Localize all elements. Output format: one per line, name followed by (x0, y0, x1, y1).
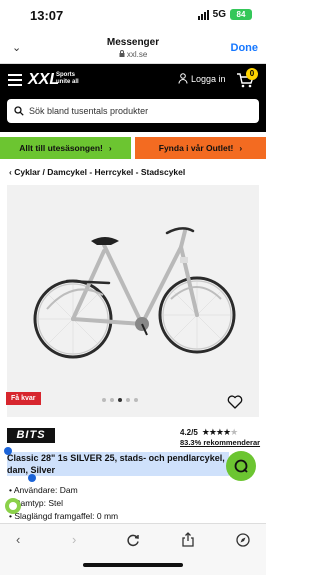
promo-outlet-label: Fynda i vår Outlet! (158, 143, 234, 153)
site-logo[interactable]: XXL (28, 71, 59, 89)
carousel-dot[interactable] (110, 398, 114, 402)
carousel-dot-active[interactable] (118, 398, 122, 402)
status-time: 13:07 (30, 8, 64, 23)
back-icon[interactable]: ‹ (16, 532, 20, 547)
forward-icon[interactable]: › (72, 532, 76, 547)
promo-outdoor-button[interactable]: Allt till utesäsongen! › (0, 137, 131, 159)
recommend-link[interactable]: 83.3% rekommenderar (180, 438, 260, 447)
lock-icon (119, 50, 125, 57)
bicycle-image (33, 227, 236, 359)
spec-item: Slaglängd framgaffel: 0 mm (9, 510, 118, 523)
accessibility-icon[interactable] (4, 497, 22, 515)
network-label: 5G (212, 9, 226, 20)
chevron-right-icon: › (239, 143, 243, 153)
spec-item: Användare: Dam (9, 484, 118, 497)
battery-level: 84 (236, 10, 246, 19)
search-icon (14, 106, 24, 116)
login-label: Logga in (191, 73, 226, 84)
status-icons: 5G 84 (197, 9, 252, 20)
promo-outdoor-label: Allt till utesäsongen! (19, 143, 103, 153)
reload-icon[interactable] (126, 533, 140, 547)
battery-icon: 84 (230, 9, 252, 20)
share-icon[interactable] (182, 532, 194, 547)
search-placeholder: Sök bland tusentals produkter (29, 106, 149, 116)
spec-item: Ramtyp: Stel (9, 497, 118, 510)
rating-value: 4.2/5 (180, 428, 198, 437)
menu-icon[interactable] (8, 74, 22, 89)
breadcrumb-text: Cyklar / Damcykel - Herrcykel - Stadscyk… (14, 167, 186, 177)
chat-icon (234, 459, 248, 473)
site-header: XXL Sports unite all Logga in 0 Sök blan… (0, 64, 266, 132)
selection-handle-start[interactable] (4, 447, 12, 455)
selection-handle-end[interactable] (28, 474, 36, 482)
star-rating-icon: ★★★★★ (201, 427, 238, 437)
breadcrumb[interactable]: ‹ Cyklar / Damcykel - Herrcykel - Stadsc… (9, 167, 185, 177)
product-image-carousel[interactable] (7, 185, 259, 417)
stock-badge: Få kvar (6, 392, 41, 405)
login-button[interactable]: Logga in (178, 73, 226, 84)
home-indicator (83, 563, 183, 567)
chat-button[interactable] (226, 451, 256, 481)
compass-icon[interactable] (236, 533, 250, 547)
carousel-dots[interactable] (102, 398, 138, 402)
browser-toolbar: ‹ › (0, 523, 266, 575)
chevron-right-icon: › (108, 143, 112, 153)
browser-title: Messenger (106, 37, 160, 48)
product-title: Classic 28" 1s SILVER 25, stads- och pen… (7, 452, 229, 476)
in-app-browser-header: ⌄ Messenger xxl.se Done (0, 32, 266, 64)
status-bar: 13:07 5G 84 (0, 0, 266, 32)
signal-icon (197, 9, 209, 20)
user-icon (178, 73, 188, 84)
rating[interactable]: 4.2/5 ★★★★★ (180, 427, 238, 438)
promo-outlet-button[interactable]: Fynda i vår Outlet! › (135, 137, 266, 159)
heart-icon[interactable] (227, 394, 243, 410)
site-tagline: Sports unite all (56, 72, 79, 86)
browser-url: xxl.se (0, 50, 266, 59)
search-input[interactable]: Sök bland tusentals produkter (7, 99, 259, 123)
carousel-dot[interactable] (102, 398, 106, 402)
done-button[interactable]: Done (231, 42, 259, 54)
carousel-dot[interactable] (134, 398, 138, 402)
cart-count-badge: 0 (246, 68, 258, 80)
carousel-dot[interactable] (126, 398, 130, 402)
tagline-line-2: unite all (56, 79, 79, 85)
tagline-line-1: Sports (56, 72, 76, 78)
brand-logo[interactable]: BITS (7, 428, 55, 443)
browser-url-text: xxl.se (126, 50, 148, 59)
product-specs: Användare: Dam Ramtyp: Stel Slaglängd fr… (9, 484, 118, 523)
